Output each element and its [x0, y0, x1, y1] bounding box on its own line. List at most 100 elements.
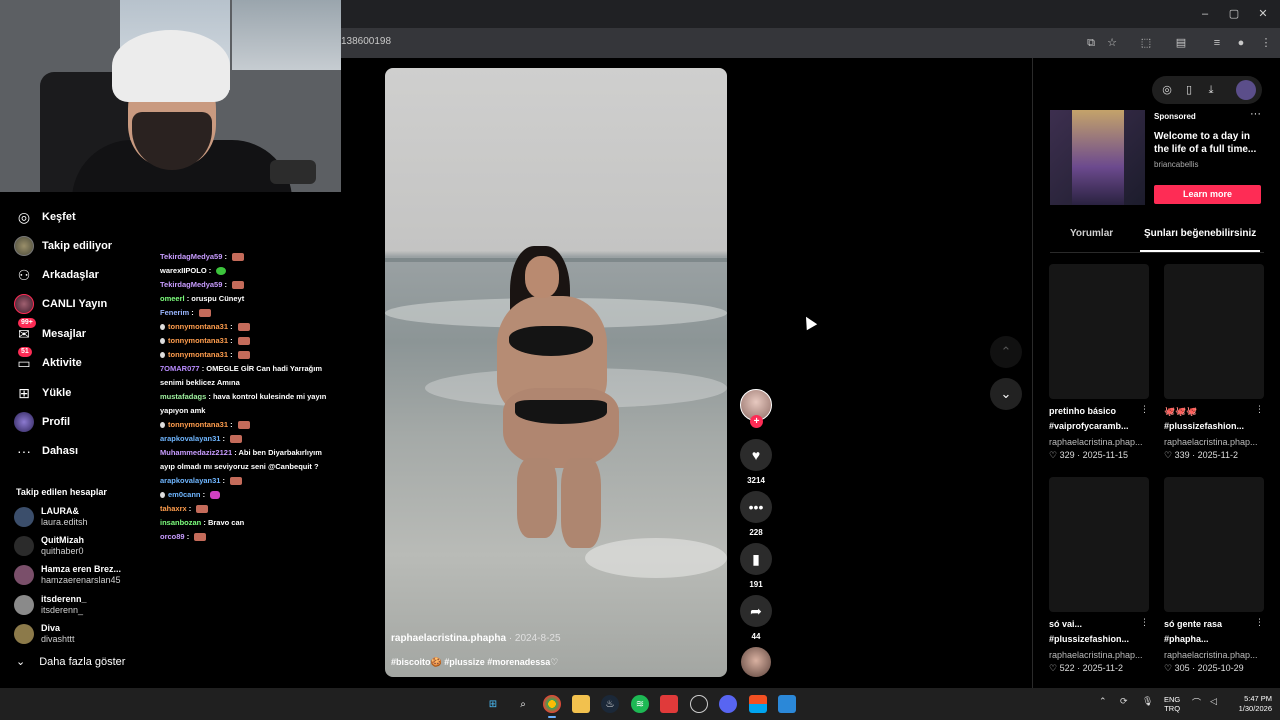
bookmark-star-icon[interactable]: ☆: [1104, 35, 1120, 51]
chat-separator: :: [228, 350, 235, 359]
music-disc-avatar[interactable]: [741, 647, 771, 677]
more-options-icon[interactable]: ⋮: [1140, 404, 1149, 415]
app-icon[interactable]: [749, 695, 767, 713]
video-author-line[interactable]: raphaelacristina.phapha · 2024-8-25: [391, 633, 561, 644]
sidebar-item-live[interactable]: CANLI Yayın: [14, 291, 107, 317]
more-options-icon[interactable]: ⋮: [1140, 617, 1149, 628]
heart-outline-icon: ♡: [1049, 663, 1058, 673]
followed-account[interactable]: Diva divashttt: [14, 620, 75, 648]
ad-title[interactable]: Welcome to a day in the life of a full t…: [1154, 130, 1264, 156]
url-text[interactable]: 138600198: [341, 36, 391, 47]
clock[interactable]: 5:47 PM 1/30/2026: [1228, 694, 1272, 714]
discord-icon[interactable]: [719, 695, 737, 713]
recommendation-thumbnail[interactable]: [1164, 264, 1264, 399]
app-icon[interactable]: [778, 695, 796, 713]
obs-icon[interactable]: [690, 695, 708, 713]
recommendation-title[interactable]: 🐙🐙🐙: [1164, 406, 1264, 417]
chat-username: tonnymontana31: [168, 336, 229, 345]
sidebar-item-more[interactable]: ··· Dahası: [14, 438, 78, 464]
more-dots-icon: ···: [17, 443, 31, 459]
save-button[interactable]: ▮: [740, 543, 772, 575]
sidebar-item-upload[interactable]: ⊞ Yükle: [14, 380, 71, 406]
video-author[interactable]: raphaelacristina.phapha: [391, 633, 506, 644]
recommendation-hashtag[interactable]: #phapha...: [1164, 634, 1264, 644]
minimize-button[interactable]: –: [1196, 6, 1214, 22]
compass-icon[interactable]: ◎: [1160, 82, 1174, 98]
close-button[interactable]: ✕: [1254, 6, 1272, 22]
profile-avatar-icon[interactable]: ●: [1233, 35, 1249, 51]
sidebar-item-activity[interactable]: ▭ 51 Aktivite: [14, 347, 82, 376]
recommendation-hashtag[interactable]: #plussizefashion...: [1164, 421, 1264, 431]
next-video-button[interactable]: ⌄: [990, 378, 1022, 410]
chat-username: orco89: [160, 532, 185, 541]
recommendation-author[interactable]: raphaelacristina.phap...: [1164, 437, 1264, 447]
account-handle: itsderenn_: [41, 605, 84, 615]
video-player[interactable]: raphaelacristina.phapha · 2024-8-25 #bis…: [385, 68, 727, 677]
reading-list-icon[interactable]: ≡: [1209, 35, 1225, 51]
followed-account[interactable]: QuitMizah quithaber0: [14, 532, 84, 560]
recommendation-thumbnail[interactable]: [1164, 477, 1264, 612]
network-icon[interactable]: ⟳: [1120, 696, 1128, 707]
learn-more-button[interactable]: Learn more: [1154, 185, 1261, 204]
followed-account[interactable]: Hamza eren Brez... hamzaerenarslan45: [14, 561, 121, 589]
sidebar-item-friends[interactable]: ⚇ Arkadaşlar: [14, 262, 99, 288]
sidebar-item-messages[interactable]: ✉ 99+ Mesajlar: [14, 318, 86, 347]
chevron-up-icon[interactable]: ⌃: [1099, 696, 1107, 707]
steam-icon[interactable]: ♨: [601, 695, 619, 713]
windows-start-icon[interactable]: ⊞: [484, 695, 502, 713]
share-button[interactable]: ➦: [740, 595, 772, 627]
follow-plus-icon[interactable]: +: [750, 415, 763, 428]
recommendation-hashtag[interactable]: #vaiprofycaramb...: [1049, 421, 1149, 431]
browser-menu-icon[interactable]: ⋮: [1258, 35, 1274, 51]
install-app-icon[interactable]: ⧉: [1083, 35, 1099, 51]
media-icon[interactable]: ▤: [1173, 35, 1189, 51]
ad-thumbnail[interactable]: [1050, 110, 1145, 205]
recommendation-hashtag[interactable]: #plussizefashion...: [1049, 634, 1149, 644]
video-caption[interactable]: #biscoito🍪 #plussize #morenadessa♡: [391, 657, 558, 668]
maximize-button[interactable]: ▢: [1225, 6, 1243, 22]
wifi-icon[interactable]: ⌒: [1192, 696, 1201, 709]
more-options-icon[interactable]: ⋮: [1255, 617, 1264, 628]
sponsored-label: Sponsored: [1154, 112, 1196, 121]
recommendation-thumbnail[interactable]: [1049, 264, 1149, 399]
ad-more-icon[interactable]: ···: [1250, 108, 1261, 120]
followed-account[interactable]: itsderenn_ itsderenn_: [14, 591, 87, 619]
chat-emote-icon: [232, 281, 245, 290]
followed-account[interactable]: LAURA& laura.editsh: [14, 503, 88, 531]
more-options-icon[interactable]: ⋮: [1255, 404, 1264, 415]
search-icon[interactable]: ⌕: [514, 695, 532, 713]
recommendation-title[interactable]: só vai...: [1049, 619, 1149, 629]
spotify-icon[interactable]: ≋: [631, 695, 649, 713]
previous-video-button[interactable]: ⌃: [990, 336, 1022, 368]
recommendation-author[interactable]: raphaelacristina.phap...: [1049, 437, 1149, 447]
user-avatar[interactable]: [1236, 80, 1256, 100]
tab-you-may-like[interactable]: Şunları beğenebilirsiniz: [1144, 228, 1256, 239]
download-icon[interactable]: ⤓: [1204, 82, 1218, 98]
show-more-label: Daha fazla göster: [39, 655, 126, 668]
ad-handle[interactable]: briancabellis: [1154, 160, 1198, 169]
volume-icon[interactable]: ◁: [1210, 696, 1217, 707]
recommendation-author[interactable]: raphaelacristina.phap...: [1049, 650, 1149, 660]
chrome-icon[interactable]: [543, 695, 561, 713]
recommendation-thumbnail[interactable]: [1049, 477, 1149, 612]
sidebar-item-explore[interactable]: ◎ Keşfet: [14, 204, 76, 230]
keyboard-layout: TRQ: [1164, 704, 1181, 713]
tab-comments[interactable]: Yorumlar: [1070, 228, 1113, 239]
recommendation-title[interactable]: só gente rasa: [1164, 619, 1264, 629]
chat-separator: :: [200, 490, 208, 499]
phone-icon[interactable]: ▯: [1182, 82, 1196, 98]
extensions-icon[interactable]: ⬚: [1138, 35, 1154, 51]
chat-username: omeerl: [160, 294, 185, 303]
input-language[interactable]: ENG TRQ: [1164, 695, 1180, 713]
sidebar-item-profile[interactable]: Profil: [14, 409, 70, 435]
recommendation-title[interactable]: pretinho básico: [1049, 406, 1149, 416]
sidebar-item-following[interactable]: Takip ediliyor: [14, 233, 112, 259]
like-button[interactable]: ♥: [740, 439, 772, 471]
comment-button[interactable]: •••: [740, 491, 772, 523]
microphone-icon[interactable]: 🎙: [1142, 696, 1153, 707]
show-more-button[interactable]: ⌄ Daha fazla göster: [16, 655, 126, 669]
app-icon[interactable]: [660, 695, 678, 713]
recommendation-author[interactable]: raphaelacristina.phap...: [1164, 650, 1264, 660]
panel-divider: [1032, 58, 1033, 688]
file-explorer-icon[interactable]: [572, 695, 590, 713]
